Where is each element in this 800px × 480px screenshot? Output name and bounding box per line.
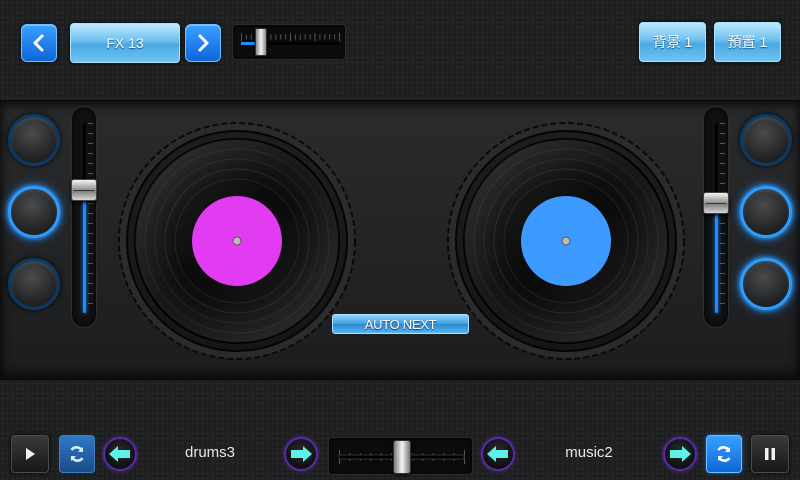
- preset-button[interactable]: 預置 1: [714, 22, 781, 62]
- sync-icon: [717, 446, 731, 462]
- left-pitch-slider[interactable]: [71, 106, 97, 328]
- right-prev-track-button[interactable]: [481, 437, 515, 471]
- pause-icon: [765, 448, 775, 460]
- effect-label: FX 13: [106, 35, 144, 51]
- effect-slider-knob[interactable]: [254, 28, 267, 56]
- effect-selector-button[interactable]: FX 13: [70, 23, 180, 63]
- background-button[interactable]: 背景 1: [639, 22, 706, 62]
- left-pad-2[interactable]: [8, 186, 60, 238]
- effect-slider-tick: [314, 33, 316, 41]
- chevron-right-icon: [198, 34, 209, 52]
- crossfader-knob[interactable]: [392, 440, 411, 474]
- left-spindle: [232, 236, 242, 246]
- right-spindle: [561, 236, 571, 246]
- effect-slider-tick: [270, 34, 272, 40]
- background-label: 背景 1: [652, 34, 693, 50]
- effect-slider-tick: [285, 34, 287, 40]
- arrow-right-icon: [670, 446, 691, 462]
- chevron-left-icon: [33, 34, 44, 52]
- deck-area: AUTO NEXT: [0, 100, 800, 380]
- left-pitch-knob[interactable]: [71, 178, 97, 201]
- effect-level-slider[interactable]: [232, 24, 346, 60]
- arrow-left-icon: [109, 446, 130, 462]
- arrow-left-icon: [487, 446, 508, 462]
- right-track-name: music2: [565, 444, 613, 461]
- right-pitch-fill: [715, 213, 718, 313]
- effect-slider-graphic: [241, 33, 340, 45]
- next-effect-button[interactable]: [185, 24, 221, 62]
- effect-slider-tick: [304, 34, 306, 40]
- left-pitch-fill: [83, 200, 86, 313]
- auto-next-label: AUTO NEXT: [364, 316, 437, 332]
- effect-slider-tick: [275, 34, 277, 40]
- top-bar: FX 13 背景 1 預置 1: [0, 0, 800, 100]
- effect-slider-tick: [334, 34, 336, 40]
- play-button[interactable]: [11, 435, 49, 473]
- prev-effect-button[interactable]: [21, 24, 57, 62]
- left-track-name: drums3: [184, 444, 236, 461]
- right-pitch-slider[interactable]: [703, 106, 729, 328]
- effect-slider-tick: [329, 34, 331, 40]
- effect-slider-tick: [280, 34, 282, 40]
- auto-next-button[interactable]: AUTO NEXT: [332, 314, 469, 334]
- right-pad-1[interactable]: [740, 114, 792, 166]
- effect-slider-tick: [245, 34, 247, 40]
- left-pad-1[interactable]: [8, 114, 60, 166]
- effect-slider-tick: [299, 34, 301, 40]
- effect-slider-tick: [309, 34, 311, 40]
- left-sync-button[interactable]: [59, 435, 95, 473]
- preset-label: 預置 1: [727, 34, 768, 50]
- effect-slider-tick: [339, 33, 340, 41]
- effect-slider-tick: [241, 33, 242, 41]
- effect-slider-tick: [290, 33, 291, 41]
- effect-slider-tick: [294, 34, 296, 40]
- right-sync-button[interactable]: [706, 435, 742, 473]
- effect-slider-tick: [319, 34, 321, 40]
- arrow-right-icon: [291, 446, 312, 462]
- effect-slider-tick: [324, 34, 326, 40]
- left-prev-track-button[interactable]: [103, 437, 137, 471]
- right-pad-3[interactable]: [740, 258, 792, 310]
- left-next-track-button[interactable]: [284, 437, 318, 471]
- play-icon: [26, 448, 35, 460]
- right-next-track-button[interactable]: [663, 437, 697, 471]
- right-pitch-knob[interactable]: [703, 191, 729, 214]
- sync-icon: [70, 446, 84, 462]
- effect-slider-tick: [250, 34, 252, 40]
- right-pad-2[interactable]: [740, 186, 792, 238]
- right-turntable[interactable]: [446, 121, 686, 361]
- pause-button[interactable]: [751, 435, 789, 473]
- crossfader-slider[interactable]: [328, 437, 473, 475]
- left-turntable[interactable]: [117, 121, 357, 361]
- left-pad-3[interactable]: [8, 258, 60, 310]
